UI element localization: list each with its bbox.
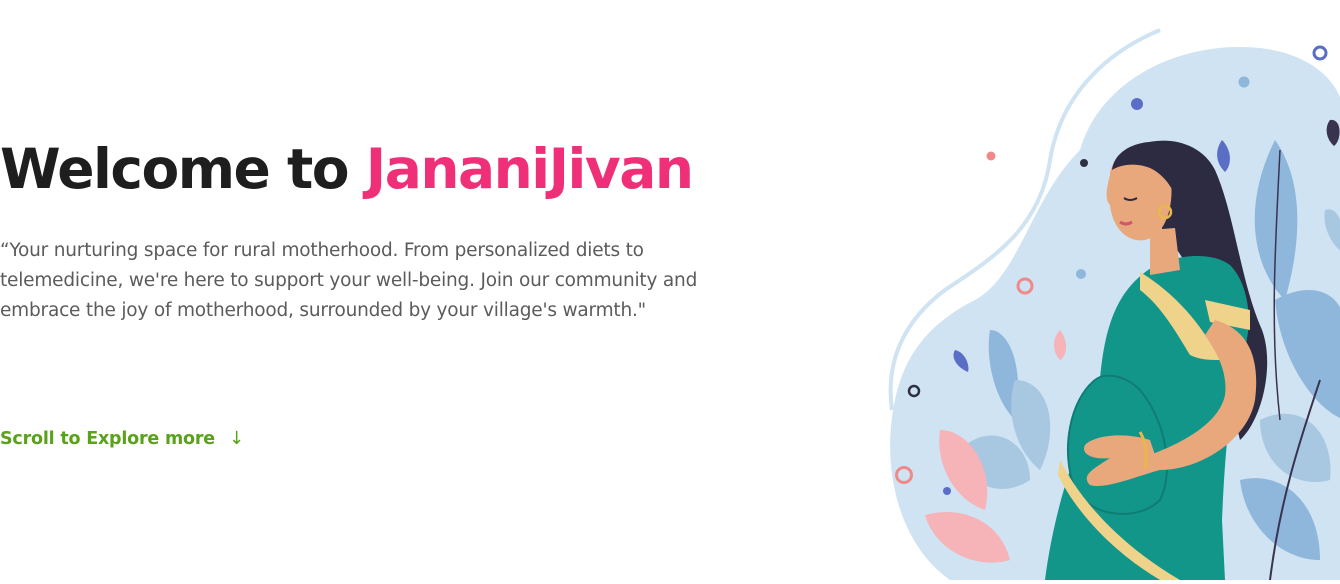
page-title: Welcome to JananiJivan <box>0 134 694 204</box>
scroll-explore-link[interactable]: Scroll to Explore more ↓ <box>0 428 244 449</box>
pregnant-woman-illustration <box>870 0 1340 581</box>
tagline-text: “Your nurturing space for rural motherho… <box>0 240 698 321</box>
hero-section: Welcome to JananiJivan “Your nurturing s… <box>0 0 800 580</box>
title-prefix: Welcome to <box>0 137 366 201</box>
brand-name: JananiJivan <box>365 137 694 201</box>
scroll-explore-label: Scroll to Explore more <box>0 428 215 449</box>
arrow-down-icon: ↓ <box>228 428 244 449</box>
